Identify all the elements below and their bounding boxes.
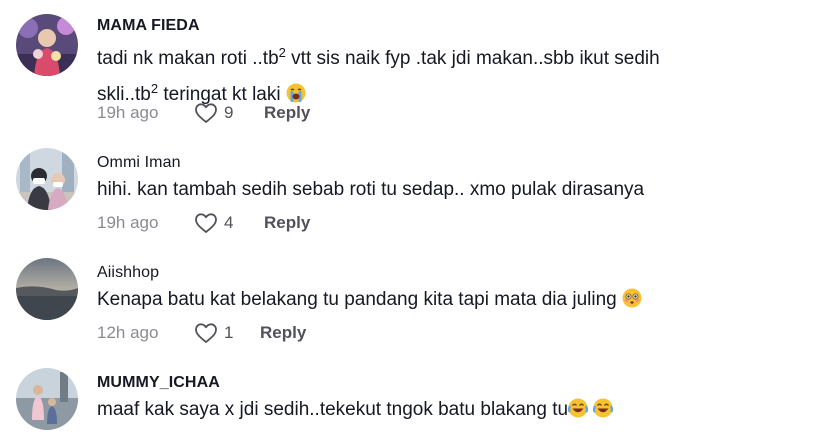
like-count: 9 [224, 103, 234, 122]
flushed-face-icon [622, 288, 642, 308]
comment-timestamp: 19h ago [97, 103, 159, 122]
comment-text-part: maaf kak saya x jdi sedih..tekekut tngok… [97, 399, 569, 420]
comment-text-part: vtt sis naik fyp .tak jdi makan..sbb iku… [285, 48, 660, 69]
comment-username[interactable]: MAMA FIEDA [97, 17, 200, 35]
comment-text-part: tadi nk makan roti ..tb [97, 48, 279, 69]
reply-button[interactable]: Reply [264, 213, 310, 233]
reply-button[interactable]: Reply [264, 103, 310, 123]
reply-button[interactable]: Reply [260, 323, 306, 343]
avatar[interactable] [16, 14, 78, 76]
comment-meta: 19h ago 4 Reply [97, 211, 310, 235]
comment-text: tadi nk makan roti ..tb2 vtt sis naik fy… [97, 38, 797, 110]
comment-timestamp: 19h ago [97, 213, 159, 232]
comment-username[interactable]: Ommi Iman [97, 154, 181, 172]
comment-item: MAMA FIEDA tadi nk makan roti ..tb2 vtt … [0, 0, 832, 140]
comment-text: hihi. kan tambah sedih sebab roti tu sed… [97, 179, 645, 200]
comment-text: Kenapa batu kat belakang tu pandang kita… [97, 285, 797, 315]
heart-outline-icon [195, 103, 217, 123]
like-count: 4 [224, 213, 234, 232]
comment-item: Ommi Iman hihi. kan tambah sedih sebab r… [0, 140, 832, 250]
comment-meta: 19h ago 9 Reply [97, 101, 310, 125]
face-with-tears-of-joy-icon [593, 398, 614, 418]
avatar[interactable] [16, 368, 78, 430]
avatar[interactable] [16, 258, 78, 320]
comment-meta: 12h ago 1 Reply [97, 321, 306, 345]
face-with-tears-of-joy-icon [568, 398, 589, 418]
avatar[interactable] [16, 148, 78, 210]
like-button[interactable]: 1 [194, 322, 260, 344]
comment-item: Aiishhop Kenapa batu kat belakang tu pan… [0, 250, 832, 360]
comment-username[interactable]: MUMMY_ICHAA [97, 374, 220, 392]
comment-item: MUMMY_ICHAA maaf kak saya x jdi sedih..t… [0, 360, 832, 432]
comment-text-part: Kenapa batu kat belakang tu pandang kita… [97, 289, 622, 310]
like-count: 1 [224, 323, 234, 342]
heart-outline-icon [195, 213, 217, 233]
comment-timestamp: 12h ago [97, 323, 159, 342]
superscript: 2 [150, 81, 159, 96]
superscript: 2 [278, 45, 286, 60]
like-button[interactable]: 4 [194, 212, 264, 234]
loudly-crying-face-icon [286, 83, 306, 103]
like-button[interactable]: 9 [194, 102, 264, 124]
comment-text: maaf kak saya x jdi sedih..tekekut tngok… [97, 395, 797, 425]
heart-outline-icon [195, 323, 217, 343]
comment-username[interactable]: Aiishhop [97, 264, 159, 282]
